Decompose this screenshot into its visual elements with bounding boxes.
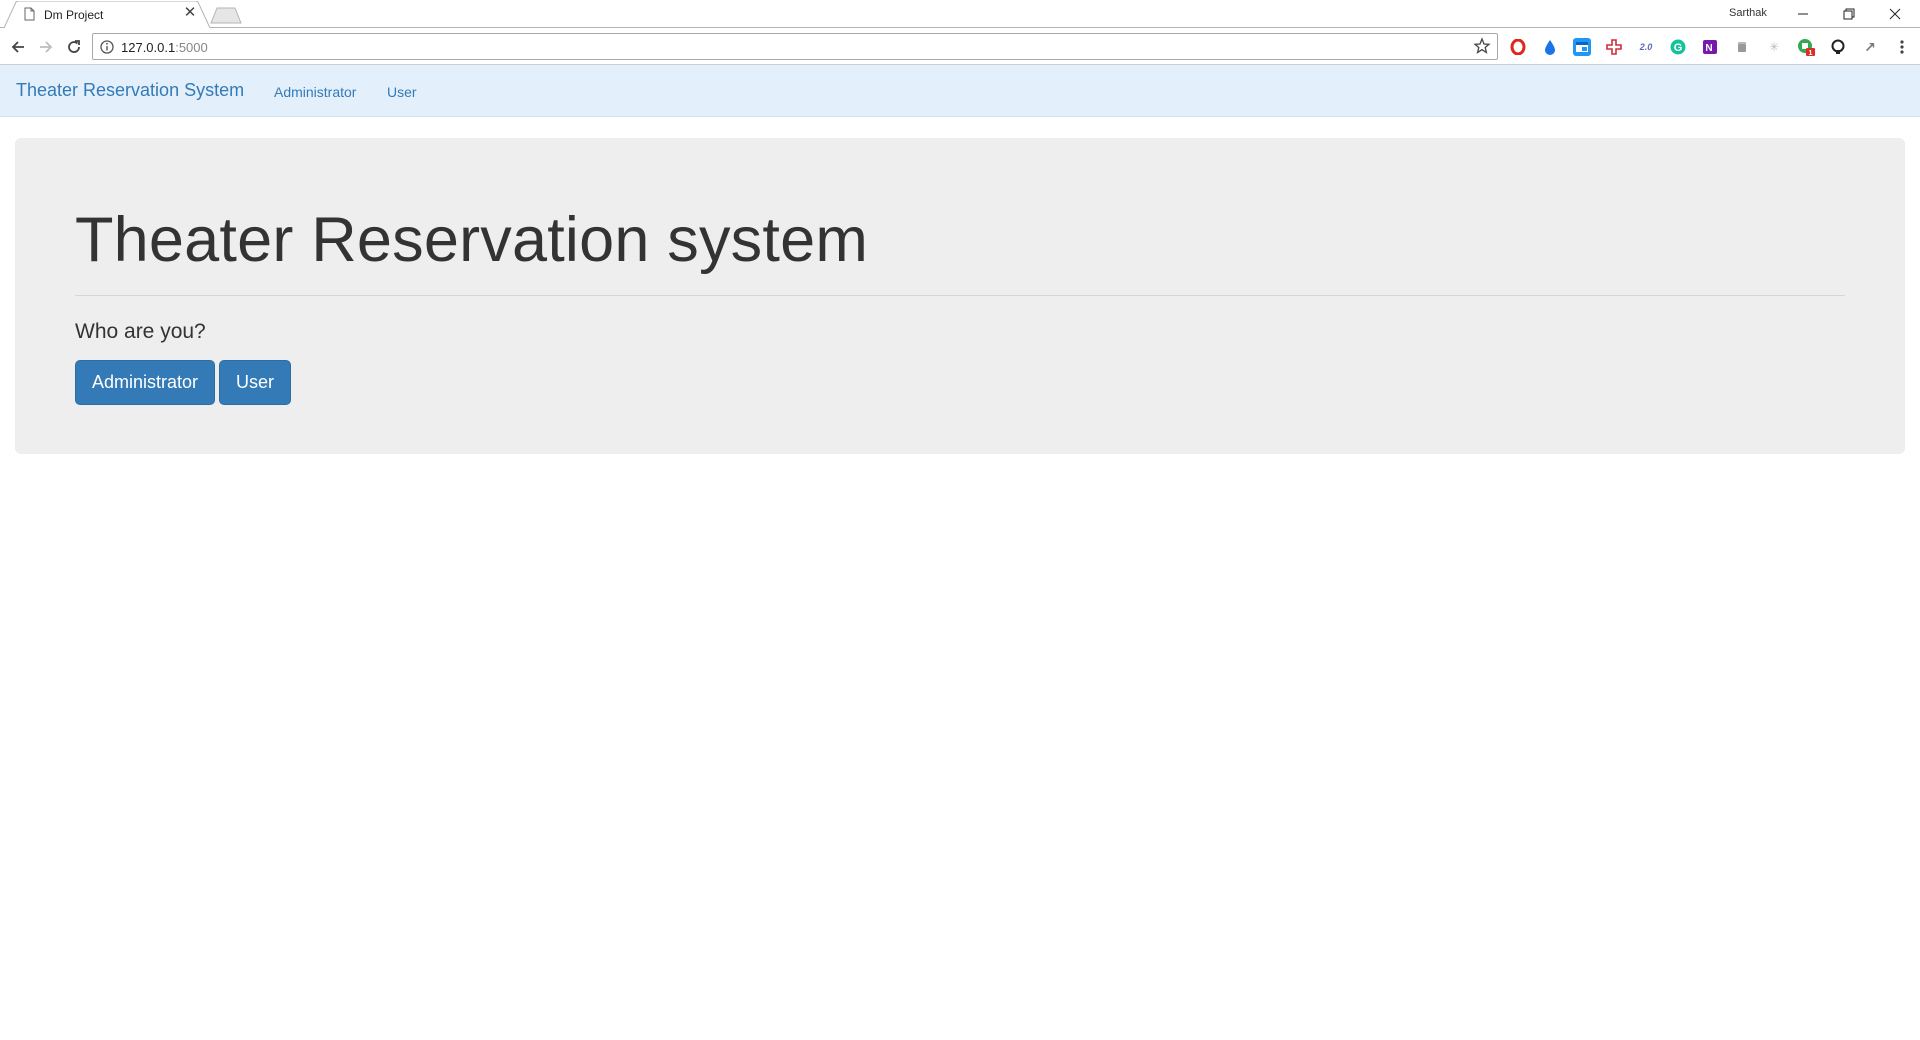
minimize-button[interactable] — [1780, 0, 1826, 28]
navbar-brand[interactable]: Theater Reservation System — [16, 80, 244, 101]
arrow-left-icon — [11, 41, 24, 53]
close-icon — [1889, 8, 1901, 20]
jumbotron: Theater Reservation system Who are you? … — [15, 138, 1905, 454]
green-badge-extension-icon[interactable]: 1 — [1797, 38, 1815, 56]
cross-extension-icon[interactable] — [1605, 38, 1623, 56]
address-bar[interactable]: 127.0.0.1:5000 — [92, 33, 1498, 60]
role-question: Who are you? — [75, 320, 206, 343]
nav-link-administrator[interactable]: Administrator — [274, 84, 356, 100]
minimize-icon — [1798, 13, 1808, 15]
svg-text:N: N — [1705, 43, 1712, 54]
browser-toolbar: 127.0.0.1:5000 2.0 G N ✳ 1 ↗ — [0, 29, 1920, 65]
spark-extension-icon[interactable]: ✳ — [1765, 38, 1783, 56]
new-tab-button[interactable] — [210, 7, 242, 24]
web2-extension-icon[interactable]: 2.0 — [1637, 38, 1655, 56]
github-icon[interactable] — [1829, 38, 1847, 56]
administrator-button[interactable]: Administrator — [75, 360, 215, 405]
drop-extension-icon[interactable] — [1541, 38, 1559, 56]
opera-extension-icon[interactable] — [1509, 38, 1527, 56]
back-button[interactable] — [6, 35, 30, 59]
mug-extension-icon[interactable] — [1733, 38, 1751, 56]
tab-title: Dm Project — [44, 8, 104, 22]
profile-name[interactable]: Sarthak — [1729, 7, 1767, 19]
restore-button[interactable] — [1826, 0, 1872, 28]
url-port: :5000 — [175, 40, 208, 55]
browser-tab-strip: Dm Project ✕ Sarthak — [0, 0, 1920, 28]
svg-text:G: G — [1674, 42, 1683, 54]
page-title: Theater Reservation system — [75, 205, 869, 275]
arrow-extension-icon[interactable]: ↗ — [1861, 38, 1879, 56]
kebab-menu-icon[interactable] — [1893, 38, 1911, 56]
onenote-icon[interactable]: N — [1701, 38, 1719, 56]
restore-icon — [1843, 8, 1855, 20]
site-navbar: Theater Reservation System Administrator… — [0, 65, 1920, 117]
info-icon[interactable] — [99, 39, 115, 55]
star-icon[interactable] — [1473, 37, 1491, 55]
reload-icon — [68, 40, 80, 53]
grammarly-icon[interactable]: G — [1669, 38, 1687, 56]
nav-link-user[interactable]: User — [387, 84, 417, 100]
page-icon — [24, 7, 35, 21]
divider — [75, 295, 1845, 296]
reload-button[interactable] — [62, 35, 86, 59]
url-text[interactable]: 127.0.0.1:5000 — [121, 40, 208, 55]
tab-close-icon[interactable]: ✕ — [182, 5, 198, 21]
extension-badge-count: 1 — [1809, 50, 1813, 56]
forward-button[interactable] — [34, 35, 58, 59]
window-extension-icon[interactable] — [1573, 38, 1591, 56]
user-button[interactable]: User — [219, 360, 291, 405]
url-host: 127.0.0.1 — [121, 40, 176, 55]
close-window-button[interactable] — [1872, 0, 1918, 28]
arrow-right-icon — [40, 41, 53, 53]
